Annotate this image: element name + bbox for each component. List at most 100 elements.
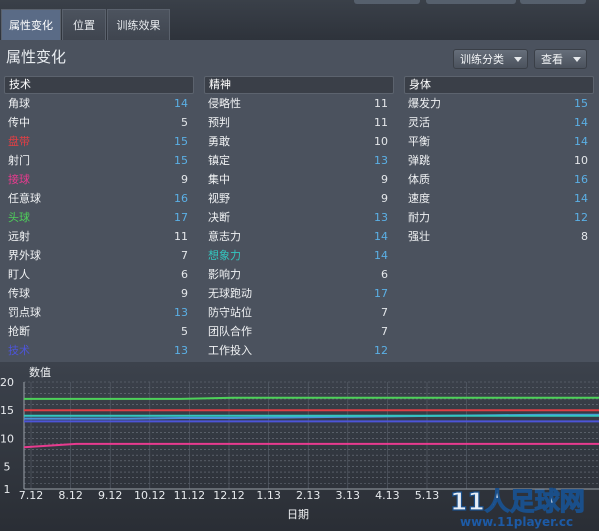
attribute-row[interactable]: 工作投入 12 [204, 341, 394, 360]
attribute-row[interactable]: 盘带 15 [4, 132, 194, 151]
attribute-row[interactable]: 接球 9 [4, 170, 194, 189]
attribute-row[interactable]: 任意球 16 [4, 189, 194, 208]
attribute-name: 工作投入 [208, 344, 252, 357]
attribute-name: 盘带 [8, 135, 30, 148]
attribute-name: 任意球 [8, 192, 41, 205]
attribute-row[interactable]: 头球 17 [4, 208, 194, 227]
attribute-row[interactable]: 强壮 8 [404, 227, 594, 246]
attribute-name: 罚点球 [8, 306, 41, 319]
attribute-row[interactable]: 耐力 12 [404, 208, 594, 227]
mental-attributes-column: 精神 侵略性 11 预判 11 勇敢 10 镇定 13 集中 9 视野 9 决断 13 意志力 14 想象力 14… [204, 76, 394, 360]
column-header-mental: 精神 [204, 76, 394, 94]
y-tick-label: 5 [4, 460, 11, 473]
attribute-row[interactable]: 传球 9 [4, 284, 194, 303]
page-title: 属性变化 [6, 48, 67, 66]
x-tick-label: 12.12 [213, 489, 245, 502]
attribute-value: 13 [174, 344, 188, 357]
attribute-name: 体质 [408, 173, 430, 186]
attribute-name: 想象力 [208, 249, 241, 262]
attribute-name: 影响力 [208, 268, 241, 281]
attribute-row[interactable]: 灵活 14 [404, 113, 594, 132]
attribute-row[interactable]: 防守站位 7 [204, 303, 394, 322]
attribute-name: 耐力 [408, 211, 430, 224]
dropdown-label: 训练分类 [460, 53, 504, 66]
x-tick-label: 5.13 [415, 489, 440, 502]
series-line [24, 396, 599, 400]
attribute-row[interactable]: 镇定 13 [204, 151, 394, 170]
attribute-row[interactable]: 团队合作 7 [204, 322, 394, 341]
x-tick-label: 11.12 [174, 489, 206, 502]
attribute-row[interactable]: 角球 14 [4, 94, 194, 113]
attribute-value: 12 [374, 344, 388, 357]
attribute-name: 传球 [8, 287, 30, 300]
attribute-row[interactable]: 远射 11 [4, 227, 194, 246]
logo-title: 11人足球网 [450, 487, 585, 516]
view-dropdown[interactable]: 查看 [534, 49, 587, 69]
attribute-row[interactable]: 勇敢 10 [204, 132, 394, 151]
attribute-row[interactable]: 传中 5 [4, 113, 194, 132]
column-header-technical: 技术 [4, 76, 194, 94]
attribute-row[interactable]: 侵略性 11 [204, 94, 394, 113]
attribute-row[interactable]: 意志力 14 [204, 227, 394, 246]
attribute-name: 界外球 [8, 249, 41, 262]
attribute-name: 预判 [208, 116, 230, 129]
attribute-row[interactable]: 平衡 14 [404, 132, 594, 151]
attribute-value: 6 [181, 268, 188, 281]
attribute-value: 13 [374, 154, 388, 167]
attribute-value: 7 [181, 249, 188, 262]
x-tick-label: 4.13 [375, 489, 400, 502]
attribute-row[interactable]: 抢断 5 [4, 322, 194, 341]
attribute-row[interactable]: 集中 9 [204, 170, 394, 189]
attribute-row[interactable]: 罚点球 13 [4, 303, 194, 322]
attribute-value: 14 [174, 97, 188, 110]
watermark-logo: 11人足球网 www.11player.cc [449, 486, 585, 529]
attribute-value: 15 [574, 97, 588, 110]
attribute-row[interactable]: 盯人 6 [4, 265, 194, 284]
attribute-row[interactable]: 预判 11 [204, 113, 394, 132]
x-tick-label: 10.12 [134, 489, 166, 502]
chevron-down-icon [573, 57, 581, 62]
attribute-value: 16 [574, 173, 588, 186]
attribute-row[interactable]: 影响力 6 [204, 265, 394, 284]
attribute-row[interactable]: 无球跑动 17 [204, 284, 394, 303]
x-tick-label: 8.12 [58, 489, 83, 502]
tab-attribute-changes[interactable]: 属性变化 [1, 9, 61, 40]
attribute-value: 11 [374, 97, 388, 110]
attribute-name: 侵略性 [208, 97, 241, 110]
training-category-dropdown[interactable]: 训练分类 [453, 49, 528, 69]
tab-position[interactable]: 位置 [62, 9, 106, 40]
attribute-value: 13 [374, 211, 388, 224]
attribute-name: 勇敢 [208, 135, 230, 148]
top-toolbar-button[interactable] [426, 0, 516, 4]
attribute-row[interactable]: 技术 13 [4, 341, 194, 360]
top-toolbar-button[interactable] [520, 0, 586, 4]
attribute-row[interactable]: 弹跳 10 [404, 151, 594, 170]
attribute-name: 远射 [8, 230, 30, 243]
attribute-row[interactable]: 体质 16 [404, 170, 594, 189]
attribute-value: 10 [374, 135, 388, 148]
physical-attributes-column: 身体 爆发力 15 灵活 14 平衡 14 弹跳 10 体质 16 速度 14 耐力 12 强壮 8 [404, 76, 594, 246]
attribute-row[interactable]: 射门 15 [4, 151, 194, 170]
attribute-name: 弹跳 [408, 154, 430, 167]
attribute-row[interactable]: 速度 14 [404, 189, 594, 208]
attribute-name: 传中 [8, 116, 30, 129]
attribute-value: 9 [381, 173, 388, 186]
attribute-row[interactable]: 视野 9 [204, 189, 394, 208]
top-toolbar-button[interactable] [354, 0, 420, 4]
attribute-row[interactable]: 界外球 7 [4, 246, 194, 265]
attribute-name: 集中 [208, 173, 230, 186]
y-tick-label: 15 [0, 404, 14, 417]
attribute-name: 头球 [8, 211, 30, 224]
attribute-row[interactable]: 想象力 14 [204, 246, 394, 265]
attribute-value: 15 [174, 154, 188, 167]
tab-training-effect[interactable]: 训练效果 [107, 9, 170, 40]
chevron-down-icon [514, 57, 522, 62]
attribute-value: 11 [374, 116, 388, 129]
attribute-value: 6 [381, 268, 388, 281]
attribute-name: 速度 [408, 192, 430, 205]
attribute-row[interactable]: 爆发力 15 [404, 94, 594, 113]
attribute-value: 5 [181, 325, 188, 338]
attribute-row[interactable]: 决断 13 [204, 208, 394, 227]
attribute-name: 强壮 [408, 230, 430, 243]
attribute-name: 决断 [208, 211, 230, 224]
